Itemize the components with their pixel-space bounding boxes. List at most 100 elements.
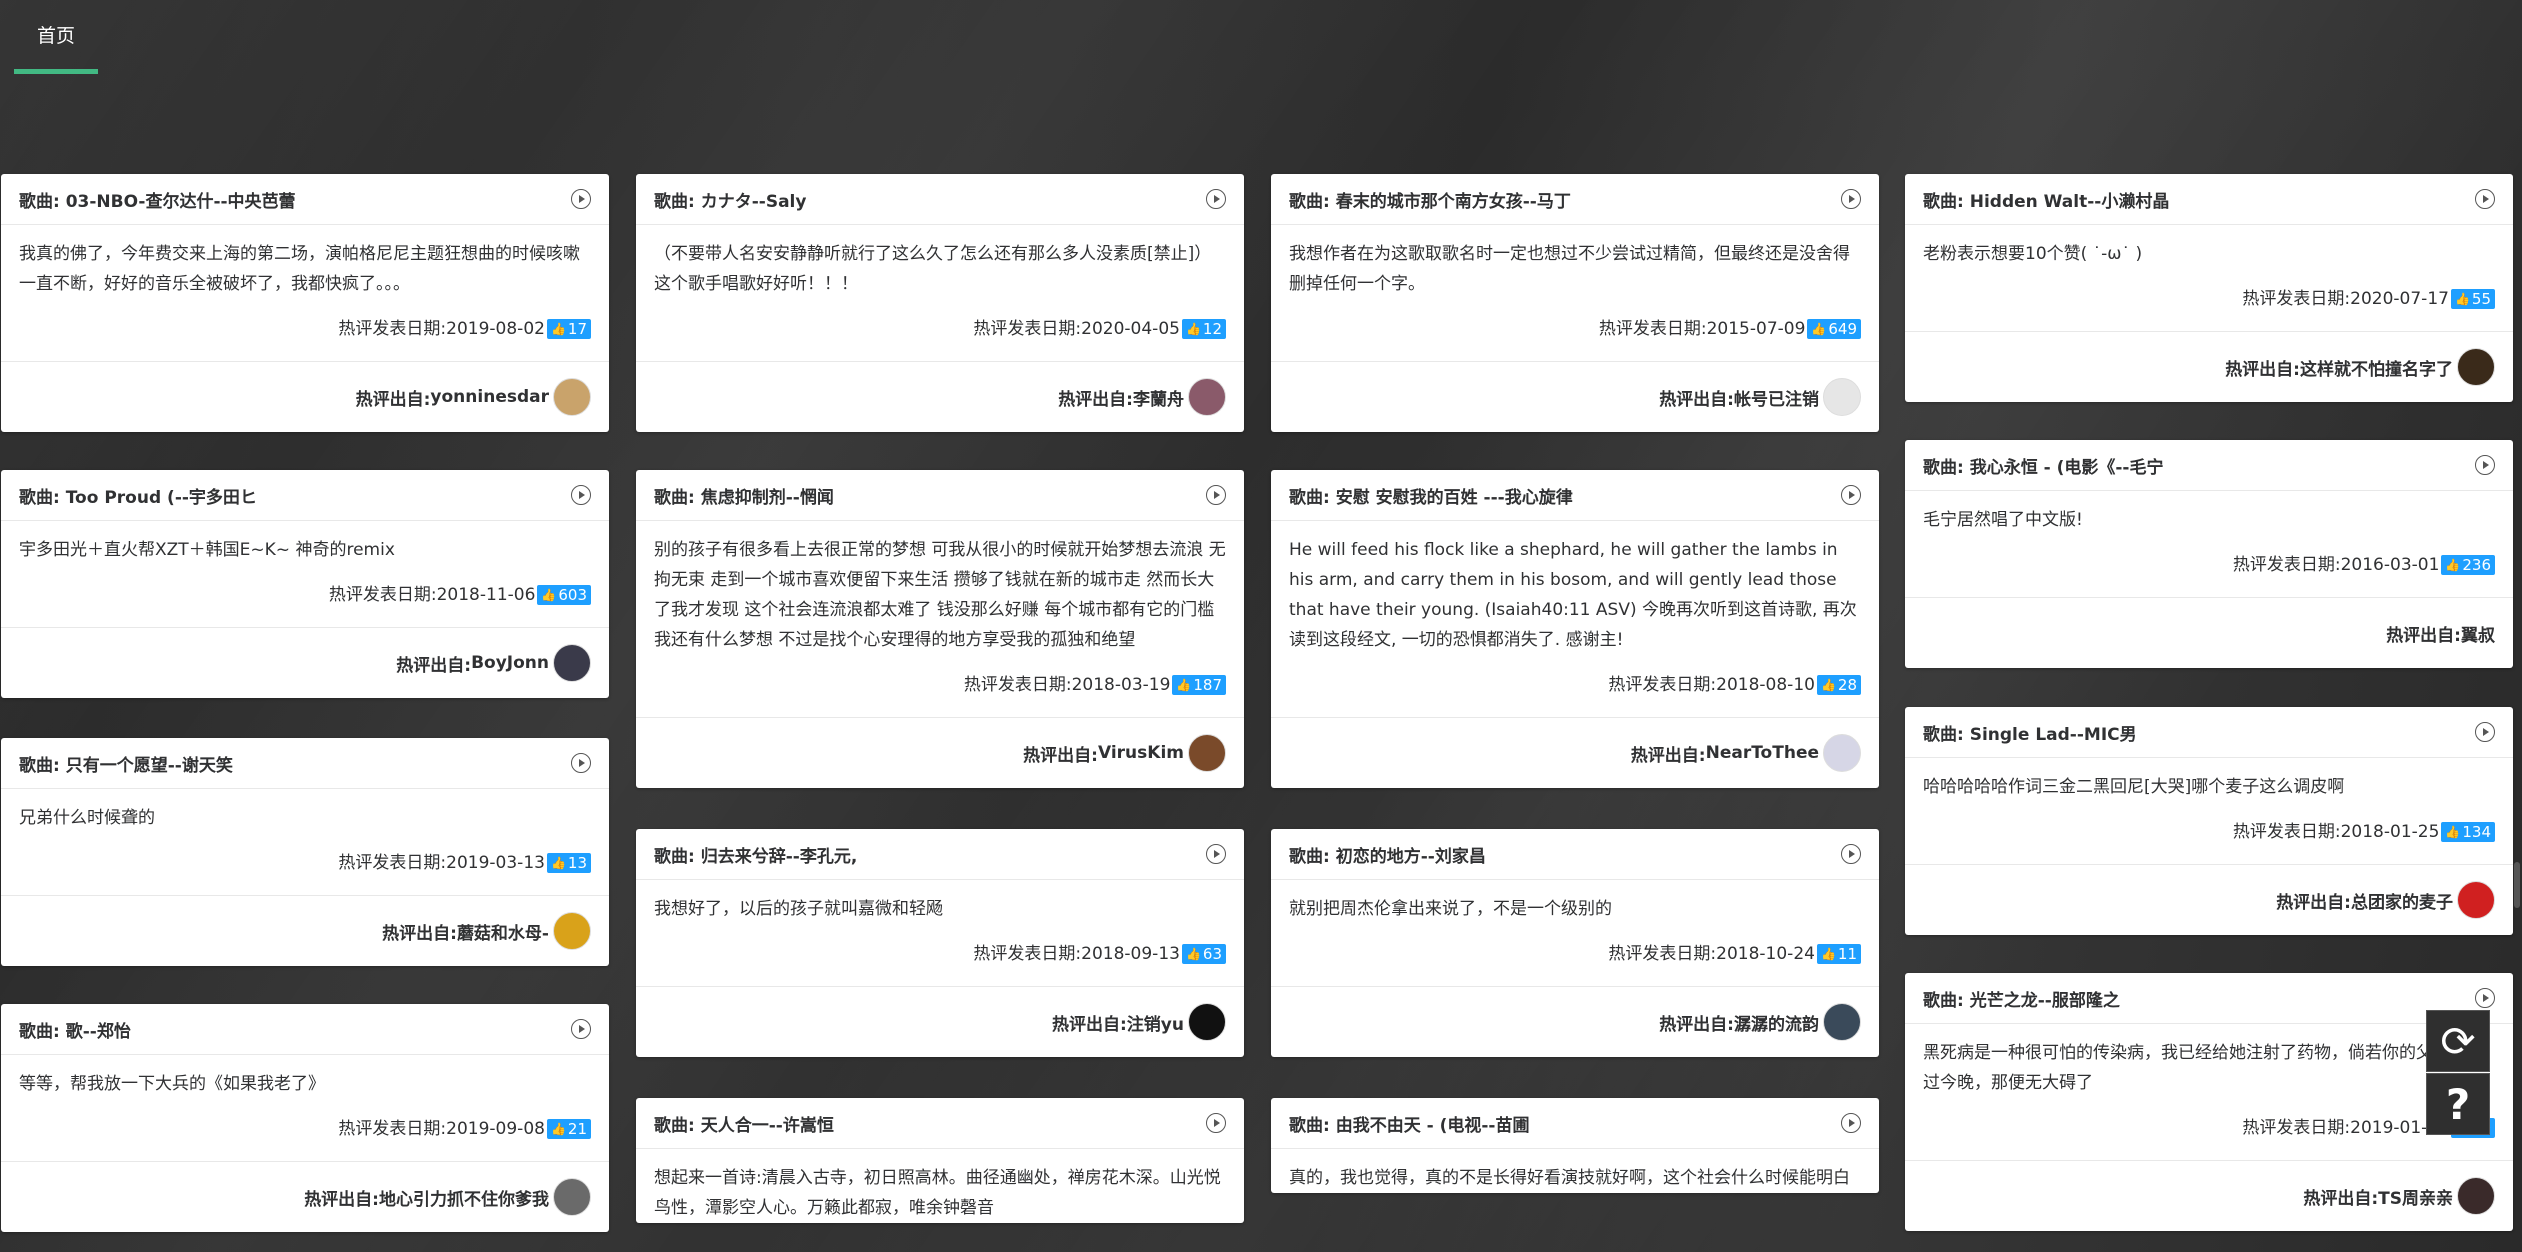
card-footer: 热评出自: 潺潺的流韵 bbox=[1271, 986, 1879, 1057]
song-card: 歌曲: Single Lad--MIC男 哈哈哈哈哈作词三金二黑回尼[大哭]哪个… bbox=[1905, 707, 2513, 935]
hot-comment: 就别把周杰伦拿出来说了，不是一个级别的 bbox=[1289, 899, 1612, 919]
hot-comment: （不要带人名安安静静听就行了这么久了怎么还有那么多人没素质[禁止]）这个歌手唱歌… bbox=[654, 244, 1212, 294]
card-header: 歌曲: 只有一个愿望--谢天笑 bbox=[1, 738, 609, 789]
author-name[interactable]: NearToThee bbox=[1706, 743, 1819, 763]
author-label: 热评出自: bbox=[396, 655, 472, 676]
author-label: 热评出自: bbox=[1052, 1014, 1127, 1035]
author-name[interactable]: 蘑菇和水母- bbox=[457, 919, 549, 944]
play-icon[interactable] bbox=[2475, 455, 2495, 475]
play-icon[interactable] bbox=[571, 753, 591, 773]
hot-comment: 别的孩子有很多看上去很正常的梦想 可我从很小的时候就开始梦想去流浪 无拘无束 走… bbox=[654, 540, 1226, 650]
comment-date: 2018-03-19 bbox=[1071, 675, 1171, 695]
play-icon[interactable] bbox=[571, 189, 591, 209]
help-button[interactable]: ? bbox=[2426, 1073, 2490, 1135]
date-label: 热评发表日期: bbox=[2242, 289, 2351, 309]
like-badge: 👍 21 bbox=[546, 1119, 591, 1139]
card-body: （不要带人名安安静静听就行了这么久了怎么还有那么多人没素质[禁止]）这个歌手唱歌… bbox=[636, 225, 1244, 361]
avatar[interactable] bbox=[1823, 378, 1861, 416]
avatar[interactable] bbox=[1823, 1003, 1861, 1041]
song-title: 歌曲: 03-NBO-查尔达什--中央芭蕾 bbox=[19, 191, 296, 212]
play-icon[interactable] bbox=[2475, 988, 2495, 1008]
play-icon[interactable] bbox=[1206, 485, 1226, 505]
author-name[interactable]: 总团家的麦子 bbox=[2351, 888, 2453, 913]
song-card: 歌曲: 由我不由天 - (电视--苗圃 真的，我也觉得，真的不是长得好看演技就好… bbox=[1271, 1098, 1879, 1193]
thumbs-up-icon: 👍 bbox=[1820, 678, 1836, 692]
song-title: 歌曲: 春末的城市那个南方女孩--马丁 bbox=[1289, 191, 1571, 212]
avatar[interactable] bbox=[1188, 1003, 1226, 1041]
play-icon[interactable] bbox=[1841, 844, 1861, 864]
play-icon[interactable] bbox=[1206, 189, 1226, 209]
card-footer: 热评出自: yonninesdar bbox=[1, 361, 609, 432]
author-name[interactable]: 注销yu bbox=[1127, 1010, 1184, 1035]
card-header: 歌曲: 歌--郑怡 bbox=[1, 1004, 609, 1055]
play-icon[interactable] bbox=[571, 1019, 591, 1039]
comment-date: 2020-04-05 bbox=[1081, 319, 1180, 339]
hot-comment: 毛宁居然唱了中文版! bbox=[1923, 510, 2083, 530]
date-label: 热评发表日期: bbox=[1608, 675, 1717, 695]
author-name[interactable]: VirusKim bbox=[1098, 743, 1184, 763]
author-name[interactable]: BoyJonn bbox=[471, 653, 549, 673]
author-label: 热评出自: bbox=[382, 923, 457, 944]
author-name[interactable]: 翼叔 bbox=[2461, 621, 2495, 646]
author-name[interactable]: 这样就不怕撞名字了 bbox=[2300, 355, 2453, 380]
avatar[interactable] bbox=[1188, 378, 1226, 416]
avatar[interactable] bbox=[1188, 734, 1226, 772]
author-name[interactable]: yonninesdar bbox=[430, 387, 549, 407]
avatar[interactable] bbox=[2457, 881, 2495, 919]
play-icon[interactable] bbox=[2475, 189, 2495, 209]
comment-meta: 热评发表日期: 2018-03-19 👍 187 bbox=[654, 673, 1226, 717]
hot-comment: 黑死病是一种很可怕的传染病，我已经给她注射了药物，倘若你的父亲不扛过今晚，那便无… bbox=[1923, 1043, 2484, 1093]
author-name[interactable]: 帐号已注销 bbox=[1734, 385, 1819, 410]
song-title: 歌曲: 焦虑抑制剂--惘闻 bbox=[654, 487, 834, 508]
author-label: 热评出自: bbox=[1659, 389, 1734, 410]
card-header: 歌曲: カナタ--Saly bbox=[636, 174, 1244, 225]
avatar[interactable] bbox=[2457, 348, 2495, 386]
song-title: 歌曲: 初恋的地方--刘家昌 bbox=[1289, 846, 1486, 867]
avatar[interactable] bbox=[553, 644, 591, 682]
like-badge: 👍 187 bbox=[1172, 675, 1226, 695]
avatar[interactable] bbox=[553, 912, 591, 950]
comment-date: 2018-10-24 bbox=[1716, 944, 1815, 964]
card-footer: 热评出自: 蘑菇和水母- bbox=[1, 895, 609, 966]
play-icon[interactable] bbox=[1841, 1113, 1861, 1133]
comment-meta: 热评发表日期: 2016-03-01 👍 236 bbox=[1923, 553, 2495, 597]
author-name[interactable]: 地心引力抓不住你爹我 bbox=[379, 1185, 549, 1210]
song-card: 歌曲: 焦虑抑制剂--惘闻 别的孩子有很多看上去很正常的梦想 可我从很小的时候就… bbox=[636, 470, 1244, 788]
date-label: 热评发表日期: bbox=[973, 944, 1082, 964]
comment-meta: 热评发表日期: 2018-09-13 👍 63 bbox=[654, 942, 1226, 986]
scrollbar-thumb[interactable] bbox=[2514, 862, 2520, 908]
avatar[interactable] bbox=[553, 378, 591, 416]
card-footer: 热评出自: VirusKim bbox=[636, 717, 1244, 788]
like-badge: 👍 13 bbox=[546, 853, 591, 873]
comment-date: 2018-08-10 bbox=[1716, 675, 1815, 695]
date-label: 热评发表日期: bbox=[963, 675, 1072, 695]
date-label: 热评发表日期: bbox=[338, 1119, 447, 1139]
hot-comment: 哈哈哈哈哈作词三金二黑回尼[大哭]哪个麦子这么调皮啊 bbox=[1923, 777, 2345, 797]
author-name[interactable]: TS周亲亲 bbox=[2378, 1184, 2453, 1209]
comment-date: 2016-03-01 bbox=[2340, 555, 2440, 575]
song-card: 歌曲: 初恋的地方--刘家昌 就别把周杰伦拿出来说了，不是一个级别的 热评发表日… bbox=[1271, 829, 1879, 1057]
card-body: He will feed his flock like a shephard, … bbox=[1271, 521, 1879, 717]
refresh-button[interactable]: ⟳ bbox=[2426, 1010, 2490, 1072]
card-body: 想起来一首诗:清晨入古寺，初日照高林。曲径通幽处，禅房花木深。山光悦鸟性，潭影空… bbox=[636, 1149, 1244, 1223]
tab-home[interactable]: 首页 bbox=[14, 14, 98, 74]
avatar[interactable] bbox=[1823, 734, 1861, 772]
comment-meta: 热评发表日期: 2015-07-09 👍 649 bbox=[1289, 317, 1861, 361]
play-icon[interactable] bbox=[1206, 844, 1226, 864]
author-name[interactable]: 李蘭舟 bbox=[1133, 385, 1184, 410]
avatar[interactable] bbox=[553, 1178, 591, 1216]
author-name[interactable]: 潺潺的流韵 bbox=[1734, 1010, 1819, 1035]
author-label: 热评出自: bbox=[2225, 359, 2300, 380]
play-icon[interactable] bbox=[1841, 189, 1861, 209]
thumbs-up-icon: 👍 bbox=[550, 322, 566, 336]
play-icon[interactable] bbox=[2475, 722, 2495, 742]
play-icon[interactable] bbox=[1206, 1113, 1226, 1133]
play-icon[interactable] bbox=[1841, 485, 1861, 505]
card-footer: 热评出自: 地心引力抓不住你爹我 bbox=[1, 1161, 609, 1232]
like-badge: 👍 649 bbox=[1807, 319, 1861, 339]
avatar[interactable] bbox=[2457, 1177, 2495, 1215]
comment-date: 2019-09-08 bbox=[446, 1119, 545, 1139]
play-icon[interactable] bbox=[571, 485, 591, 505]
song-title: 歌曲: 歌--郑怡 bbox=[19, 1021, 131, 1042]
comment-date: 2020-07-17 bbox=[2350, 289, 2449, 309]
